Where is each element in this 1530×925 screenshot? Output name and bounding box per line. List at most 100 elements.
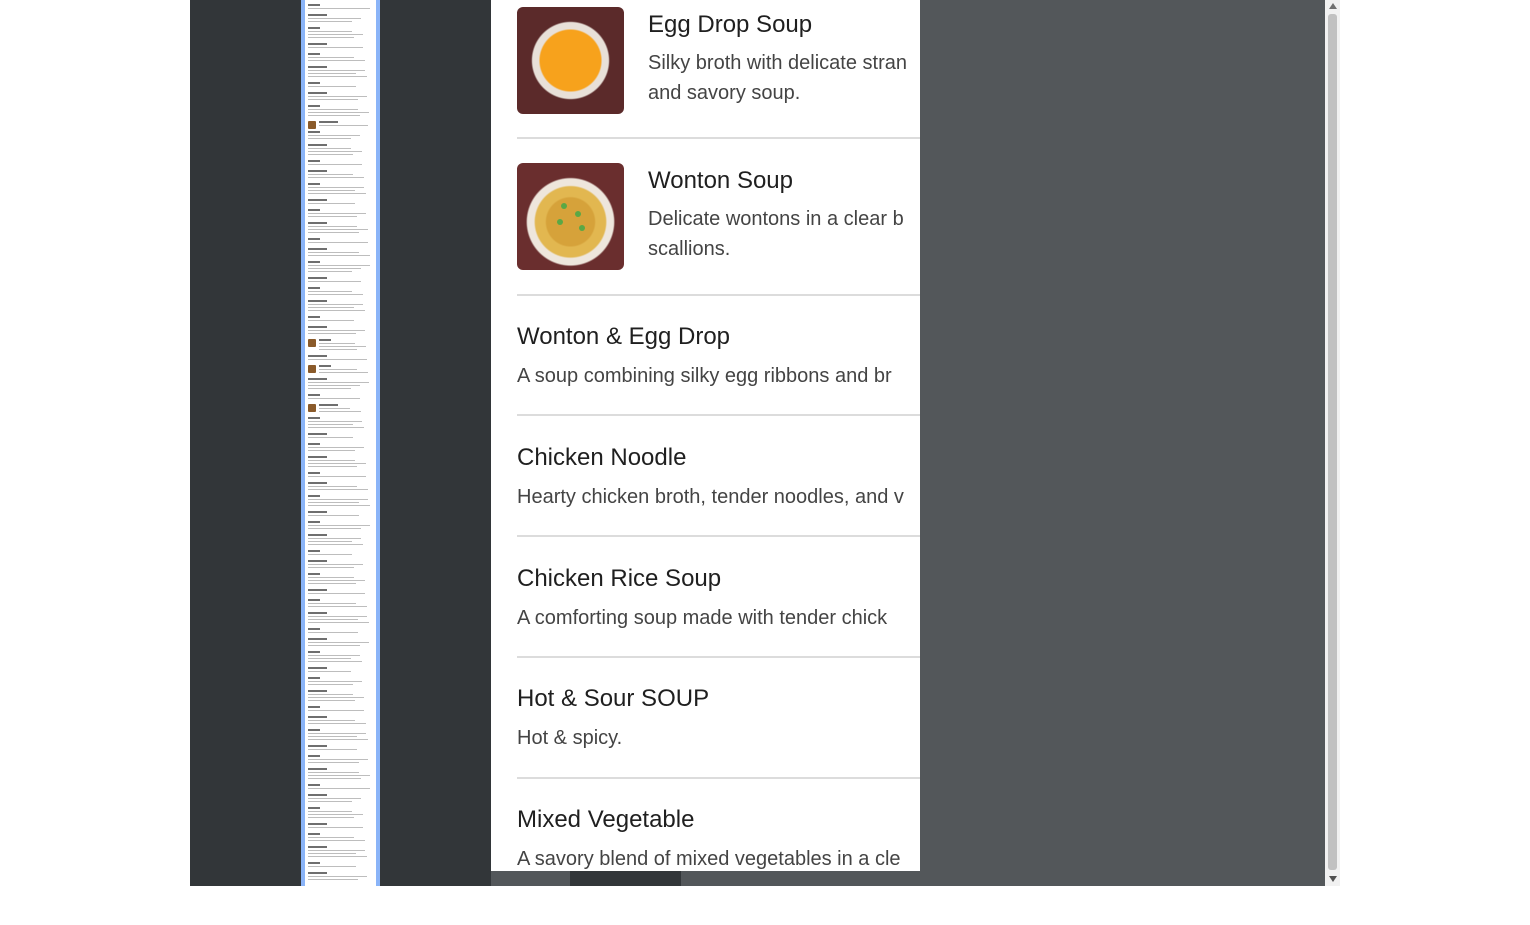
thumbnail-text-mark <box>308 463 366 464</box>
thumbnail-text-mark <box>308 57 354 58</box>
thumbnail-text-mark <box>308 466 357 467</box>
thumbnail-text-mark <box>308 879 358 880</box>
thumbnail-sidebar <box>190 0 491 886</box>
thumbnail-text-mark <box>308 385 360 386</box>
item-name: Hot & Sour SOUP <box>517 685 710 712</box>
divider <box>517 777 920 779</box>
thumbnail-text-mark <box>308 811 352 812</box>
thumbnail-heading-mark <box>319 365 331 367</box>
thumbnail-text-mark <box>308 876 367 877</box>
item-description: A savory blend of mixed vegetables in a … <box>517 848 901 870</box>
thumbnail-text-mark <box>308 427 364 428</box>
thumbnail-text-mark <box>308 164 362 165</box>
divider <box>517 414 920 416</box>
thumbnail-text-mark <box>308 242 368 243</box>
menu-item: Hot & Sour SOUP Hot & spicy. <box>517 685 920 755</box>
thumbnail-text-mark <box>308 603 356 604</box>
thumbnail-text-mark <box>308 388 351 389</box>
thumbnail-text-mark <box>308 694 353 695</box>
page-thumbnail-selected[interactable] <box>301 0 380 886</box>
thumbnail-heading-mark <box>308 144 327 146</box>
thumbnail-text-mark <box>308 772 359 773</box>
thumbnail-text-mark <box>308 307 354 308</box>
thumbnail-text-mark <box>308 112 369 113</box>
thumbnail-text-mark <box>308 21 352 22</box>
thumbnail-text-mark <box>308 801 352 802</box>
thumbnail-text-mark <box>308 226 357 227</box>
thumbnail-heading-mark <box>308 807 320 809</box>
thumbnail-heading-mark <box>308 628 320 630</box>
thumbnail-heading-mark <box>308 131 320 133</box>
thumbnail-text-mark <box>308 398 360 399</box>
thumbnail-text-mark <box>308 564 363 565</box>
thumbnail-heading-mark <box>308 82 320 84</box>
item-description: Delicate wontons in a clear b <box>648 208 904 230</box>
thumbnail-heading-mark <box>308 53 320 55</box>
thumbnail-heading-mark <box>308 862 320 864</box>
thumbnail-text-mark <box>308 86 356 87</box>
thumbnail-heading-mark <box>308 14 327 16</box>
thumbnail-text-mark <box>308 216 357 217</box>
thumbnail-text-mark <box>308 733 366 734</box>
thumbnail-text-mark <box>308 577 354 578</box>
thumbnail-heading-mark <box>308 599 320 601</box>
divider <box>517 535 920 537</box>
thumbnail-text-mark <box>308 34 363 35</box>
thumbnail-heading-mark <box>308 667 327 669</box>
thumbnail-text-mark <box>319 411 361 412</box>
thumbnail-text-mark <box>308 538 361 539</box>
thumbnail-heading-mark <box>308 612 327 614</box>
thumbnail-text-mark <box>308 70 365 71</box>
thumbnail-text-mark <box>308 76 367 77</box>
thumbnail-text-mark <box>308 658 351 659</box>
thumbnail-text-mark <box>308 502 359 503</box>
item-name: Mixed Vegetable <box>517 806 695 833</box>
thumbnail-heading-mark <box>308 521 320 523</box>
item-description: Hearty chicken broth, tender noodles, an… <box>517 486 904 508</box>
thumbnail-heading-mark <box>308 433 327 435</box>
thumbnail-text-mark <box>319 408 350 409</box>
thumbnail-text-mark <box>308 271 352 272</box>
item-description: and savory soup. <box>648 82 801 104</box>
thumbnail-text-mark <box>308 138 351 139</box>
thumbnail-text-mark <box>308 154 353 155</box>
thumbnail-text-mark <box>308 853 356 854</box>
thumbnail-text-mark <box>308 606 367 607</box>
thumbnail-heading-mark <box>308 784 320 786</box>
thumbnail-text-mark <box>308 762 359 763</box>
thumbnail-heading-mark <box>308 716 327 718</box>
thumbnail-heading-mark <box>308 394 320 396</box>
thumbnail-heading-mark <box>308 534 327 536</box>
thumbnail-text-mark <box>319 349 357 350</box>
thumbnail-text-mark <box>308 697 364 698</box>
thumbnail-text-mark <box>308 187 364 188</box>
thumbnail-text-mark <box>308 37 354 38</box>
thumbnail-text-mark <box>308 684 353 685</box>
thumbnail-heading-mark <box>308 66 327 68</box>
thumbnail-text-mark <box>308 424 353 425</box>
thumbnail-text-mark <box>308 567 354 568</box>
thumbnail-text-mark <box>308 645 360 646</box>
thumbnail-text-mark <box>308 109 358 110</box>
thumbnail-text-mark <box>308 655 360 656</box>
thumbnail-heading-mark <box>308 326 327 328</box>
scroll-down-arrow-icon[interactable] <box>1329 876 1337 882</box>
thumbnail-text-mark <box>308 382 369 383</box>
thumbnail-heading-mark <box>308 183 320 185</box>
thumbnail-text-mark <box>308 723 366 724</box>
thumbnail-heading-mark <box>308 92 327 94</box>
thumbnail-heading-mark <box>308 573 320 575</box>
scroll-up-arrow-icon[interactable] <box>1329 3 1337 9</box>
thumbnail-heading-mark <box>308 823 327 825</box>
menu-item: Egg Drop Soup Silky broth with delicate … <box>517 7 920 115</box>
thumbnail-text-mark <box>308 593 365 594</box>
thumbnail-text-mark <box>308 710 364 711</box>
thumbnail-heading-mark <box>308 261 320 263</box>
pdf-viewer: Egg Drop Soup Silky broth with delicate … <box>190 0 1340 886</box>
thumbnail-heading-mark <box>308 706 320 708</box>
thumbnail-text-mark <box>308 798 361 799</box>
thumbnail-heading-mark <box>308 846 327 848</box>
scrollbar-thumb[interactable] <box>1328 14 1337 870</box>
vertical-scrollbar[interactable] <box>1325 0 1340 886</box>
thumbnail-text-mark <box>308 554 352 555</box>
